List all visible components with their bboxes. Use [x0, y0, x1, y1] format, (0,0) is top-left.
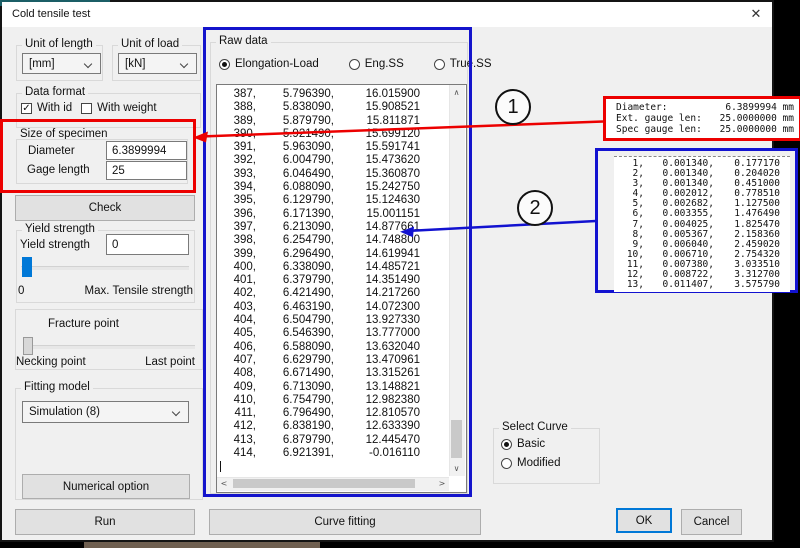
radio-modified[interactable]: Modified [501, 457, 560, 469]
data-cell: 0.011407, [644, 280, 714, 290]
ok-button[interactable]: OK [616, 508, 672, 533]
chevron-down-icon [84, 60, 92, 68]
with-weight-label: With weight [97, 102, 156, 114]
unit-of-load-value: [kN] [125, 58, 145, 70]
annotation-blue-highlight-box [203, 27, 472, 497]
yield-strength-slider-handle[interactable] [22, 257, 32, 277]
checkbox-unchecked-icon [81, 103, 92, 114]
chevron-down-icon [180, 60, 188, 68]
info-value: 25.0000000 mm [720, 113, 794, 124]
yield-strength-field[interactable]: 0 [106, 234, 189, 255]
radio-basic[interactable]: Basic [501, 438, 560, 450]
fitting-model-select[interactable]: Simulation (8) [22, 401, 189, 423]
fitting-model-label: Fitting model [21, 381, 93, 393]
data-preview-rows: 1,0.001340,0.1771702,0.001340,0.2040203,… [614, 156, 790, 292]
data-format-label: Data format [22, 86, 88, 98]
specimen-info-line: Spec gauge len: 25.0000000 mm [616, 124, 794, 135]
curve-fitting-button[interactable]: Curve fitting [209, 509, 481, 535]
yield-min-label: 0 [18, 285, 24, 297]
specimen-info-line: Diameter: 6.3899994 mm [616, 102, 794, 113]
close-icon[interactable]: ✕ [744, 4, 768, 24]
checkbox-checked-icon: ✓ [21, 103, 32, 114]
fracture-slider-track[interactable] [23, 345, 195, 349]
last-point-label: Last point [130, 356, 195, 368]
unit-of-length-value: [mm] [29, 58, 55, 70]
check-button[interactable]: Check [15, 195, 195, 221]
checkbox-with-id[interactable]: ✓ With id [21, 102, 72, 114]
with-id-label: With id [37, 102, 72, 114]
yield-strength-slider-track[interactable] [21, 266, 189, 270]
specimen-info-line: Ext. gauge len: 25.0000000 mm [616, 113, 794, 124]
chevron-down-icon [172, 408, 180, 416]
radio-label: Modified [517, 457, 560, 469]
unit-of-load-label: Unit of load [118, 38, 182, 50]
info-value: 6.3899994 mm [725, 102, 794, 113]
cancel-button[interactable]: Cancel [681, 509, 742, 535]
unit-of-length-select[interactable]: [mm] [22, 53, 101, 74]
annotation-circle-2: 2 [517, 190, 553, 226]
specimen-info-callout: Diameter: 6.3899994 mm Ext. gauge len: 25.0… [603, 96, 800, 141]
data-format-options: ✓ With id With weight [21, 102, 157, 114]
data-preview-callout: 1,0.001340,0.1771702,0.001340,0.2040203,… [595, 148, 798, 293]
data-row: 13,0.011407,3.575790 [614, 280, 790, 290]
fracture-point-label: Fracture point [48, 318, 119, 330]
data-cell: 3.575790 [714, 280, 780, 290]
fracture-slider-handle[interactable] [23, 337, 33, 355]
window-title: Cold tensile test [12, 8, 90, 20]
radio-icon [501, 439, 512, 450]
screen: Cold tensile test ✕ Unit of length [mm] … [0, 0, 800, 548]
radio-dot-icon [504, 442, 509, 447]
fitting-model-value: Simulation (8) [29, 406, 100, 418]
annotation-red-highlight-box [0, 119, 196, 193]
radio-label: Basic [517, 438, 545, 450]
unit-of-load-select[interactable]: [kN] [118, 53, 197, 74]
select-curve-label: Select Curve [499, 421, 571, 433]
info-value: 25.0000000 mm [720, 124, 794, 135]
run-button[interactable]: Run [15, 509, 195, 535]
info-label: Diameter: [616, 102, 667, 113]
radio-icon [501, 458, 512, 469]
yield-max-label: Max. Tensile strength [60, 285, 193, 297]
select-curve-options: Basic Modified [501, 438, 560, 469]
info-label: Ext. gauge len: [616, 113, 702, 124]
checkbox-with-weight[interactable]: With weight [81, 102, 156, 114]
info-label: Spec gauge len: [616, 124, 702, 135]
data-cell: 13, [614, 280, 644, 290]
unit-of-length-label: Unit of length [22, 38, 96, 50]
annotation-circle-1: 1 [495, 89, 531, 125]
background-window-strip-bottom [84, 542, 320, 548]
title-bar [2, 2, 772, 27]
yield-strength-group-label: Yield strength [22, 223, 98, 235]
necking-point-label: Necking point [16, 356, 86, 368]
numerical-option-button[interactable]: Numerical option [22, 474, 190, 499]
yield-strength-field-label: Yield strength [20, 239, 90, 251]
